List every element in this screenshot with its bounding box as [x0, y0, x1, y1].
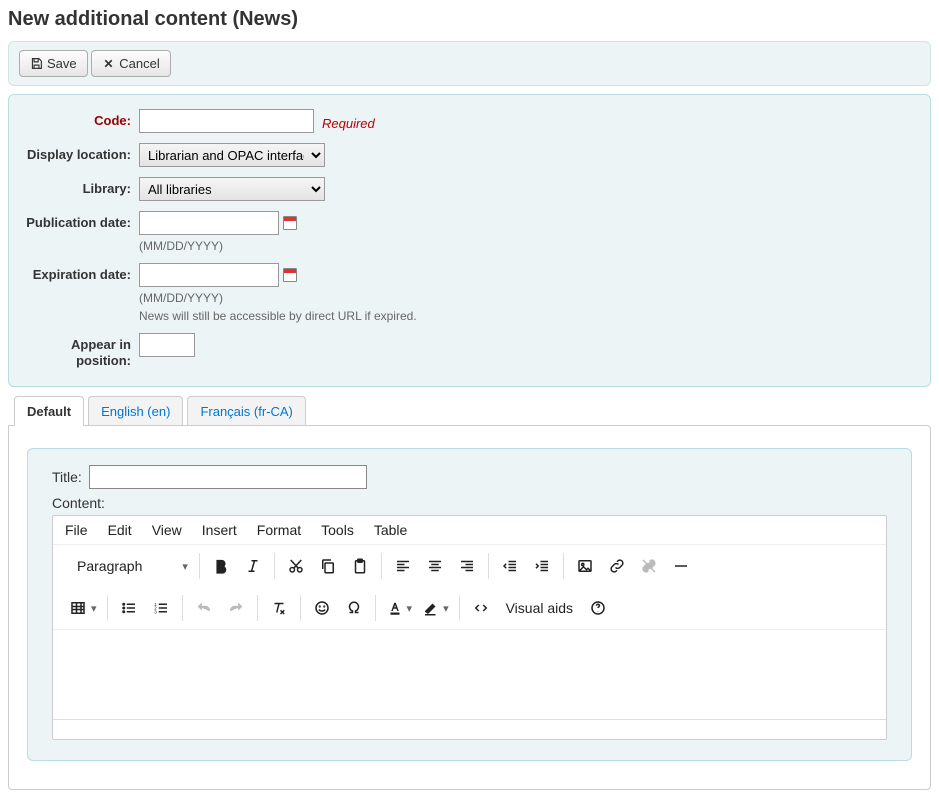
- bold-button[interactable]: [210, 555, 232, 577]
- text-color-button[interactable]: ▾: [386, 597, 413, 619]
- editor-toolbar-1: Paragraph ▾: [53, 545, 886, 587]
- menu-file[interactable]: File: [65, 522, 88, 538]
- menu-format[interactable]: Format: [257, 522, 301, 538]
- tab-default[interactable]: Default: [14, 396, 84, 426]
- rich-text-editor: File Edit View Insert Format Tools Table…: [52, 515, 887, 740]
- redo-button[interactable]: [225, 597, 247, 619]
- editor-status-bar: [53, 719, 886, 739]
- clear-formatting-button[interactable]: [268, 597, 290, 619]
- expiration-date-input[interactable]: [139, 263, 279, 287]
- code-label: Code:: [19, 109, 139, 128]
- tab-francais[interactable]: Français (fr-CA): [187, 396, 305, 426]
- paste-button[interactable]: [349, 555, 371, 577]
- source-code-button[interactable]: [470, 597, 492, 619]
- save-icon: [30, 57, 43, 70]
- content-label: Content:: [52, 495, 887, 511]
- tab-english[interactable]: English (en): [88, 396, 183, 426]
- indent-button[interactable]: [531, 555, 553, 577]
- title-label: Title:: [52, 469, 82, 485]
- form-panel: Code: Required Display location: Librari…: [8, 94, 931, 387]
- menu-tools[interactable]: Tools: [321, 522, 354, 538]
- save-button[interactable]: Save: [19, 50, 88, 77]
- calendar-icon[interactable]: [283, 216, 297, 230]
- chevron-down-icon: ▾: [182, 560, 188, 573]
- tab-content: Title: Content: File Edit View Insert Fo…: [8, 425, 931, 790]
- save-button-label: Save: [47, 56, 77, 71]
- emoji-button[interactable]: [311, 597, 333, 619]
- language-tabs: Default English (en) Français (fr-CA) Ti…: [8, 395, 931, 790]
- special-char-button[interactable]: [343, 597, 365, 619]
- title-input[interactable]: [89, 465, 367, 489]
- menu-insert[interactable]: Insert: [202, 522, 237, 538]
- action-toolbar: Save Cancel: [8, 41, 931, 86]
- calendar-icon[interactable]: [283, 268, 297, 282]
- pub-date-hint: (MM/DD/YYYY): [139, 239, 297, 253]
- editor-content-area[interactable]: [53, 629, 886, 719]
- menu-view[interactable]: View: [152, 522, 182, 538]
- exp-date-hint1: (MM/DD/YYYY): [139, 291, 417, 305]
- cut-button[interactable]: [285, 555, 307, 577]
- unlink-button[interactable]: [638, 555, 660, 577]
- align-center-button[interactable]: [424, 555, 446, 577]
- menu-table[interactable]: Table: [374, 522, 407, 538]
- horizontal-rule-button[interactable]: [670, 555, 692, 577]
- chevron-down-icon: ▾: [407, 602, 413, 615]
- display-location-label: Display location:: [19, 143, 139, 162]
- exp-date-label: Expiration date:: [19, 263, 139, 282]
- table-button[interactable]: ▾: [69, 597, 97, 619]
- publication-date-input[interactable]: [139, 211, 279, 235]
- link-button[interactable]: [606, 555, 628, 577]
- highlight-button[interactable]: ▾: [422, 597, 449, 619]
- visual-aids-button[interactable]: Visual aids: [502, 600, 577, 616]
- numbered-list-button[interactable]: 123: [150, 597, 172, 619]
- position-label: Appear in position:: [19, 333, 139, 368]
- copy-button[interactable]: [317, 555, 339, 577]
- code-input[interactable]: [139, 109, 314, 133]
- library-select[interactable]: All libraries: [139, 177, 325, 201]
- bullet-list-button[interactable]: [118, 597, 140, 619]
- exp-date-hint2: News will still be accessible by direct …: [139, 309, 417, 323]
- cancel-button[interactable]: Cancel: [91, 50, 170, 77]
- pub-date-label: Publication date:: [19, 211, 139, 230]
- undo-button[interactable]: [193, 597, 215, 619]
- position-input[interactable]: [139, 333, 195, 357]
- required-indicator: Required: [322, 112, 375, 131]
- chevron-down-icon: ▾: [443, 602, 449, 615]
- help-button[interactable]: [587, 597, 609, 619]
- page-title: New additional content (News): [8, 8, 931, 31]
- display-location-select[interactable]: Librarian and OPAC interfaces: [139, 143, 325, 167]
- chevron-down-icon: ▾: [91, 602, 97, 615]
- editor-panel: Title: Content: File Edit View Insert Fo…: [27, 448, 912, 761]
- close-icon: [102, 57, 115, 70]
- block-format-select[interactable]: Paragraph ▾: [69, 558, 189, 574]
- cancel-button-label: Cancel: [119, 56, 159, 71]
- align-left-button[interactable]: [392, 555, 414, 577]
- menu-edit[interactable]: Edit: [108, 522, 132, 538]
- block-format-label: Paragraph: [77, 558, 142, 574]
- svg-text:3: 3: [154, 609, 157, 614]
- editor-menubar: File Edit View Insert Format Tools Table: [53, 516, 886, 545]
- align-right-button[interactable]: [456, 555, 478, 577]
- library-label: Library:: [19, 177, 139, 196]
- outdent-button[interactable]: [499, 555, 521, 577]
- editor-toolbar-2: ▾ 123: [53, 587, 886, 629]
- image-button[interactable]: [574, 555, 596, 577]
- italic-button[interactable]: [242, 555, 264, 577]
